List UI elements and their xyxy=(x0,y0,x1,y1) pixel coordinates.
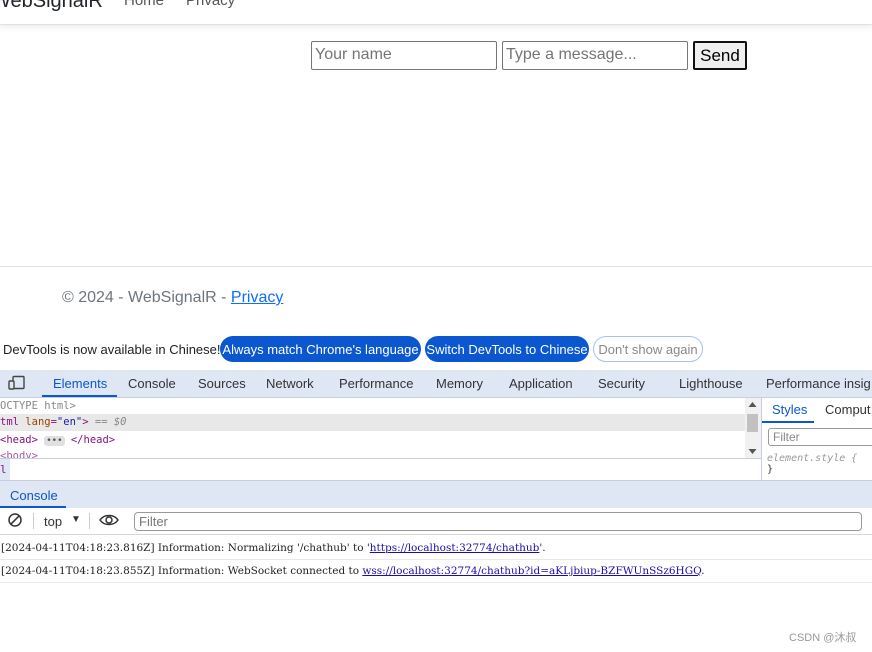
match-language-button[interactable]: Always match Chrome's language xyxy=(220,336,421,362)
doctype-line[interactable]: OCTYPE html> xyxy=(0,398,76,415)
scroll-up-icon[interactable] xyxy=(748,401,757,408)
nav-link-privacy[interactable]: Privacy xyxy=(186,0,235,9)
top-navbar: WebSignalR Home Privacy xyxy=(0,0,872,25)
watermark: CSDN @沐叔 xyxy=(789,632,857,644)
elements-breadcrumb: l xyxy=(0,458,761,481)
drawer-tabbar: Console xyxy=(0,480,872,508)
element-style-close: } xyxy=(767,464,774,475)
styles-filter-input[interactable]: Filter xyxy=(768,428,872,446)
tab-security[interactable]: Security xyxy=(598,376,645,391)
footer-copyright-text: © 2024 - WebSignalR - xyxy=(62,289,231,306)
drawer-tab-console[interactable]: Console xyxy=(10,488,58,503)
html-attr-name: lang xyxy=(25,416,51,428)
footer-privacy-link[interactable]: Privacy xyxy=(231,289,283,306)
active-tab-indicator xyxy=(42,395,117,397)
tab-performance[interactable]: Performance xyxy=(339,376,413,391)
infobar-message: DevTools is now available in Chinese! xyxy=(3,342,221,357)
devtools-tabbar: Elements Console Sources Network Perform… xyxy=(0,370,872,398)
toolbar-separator xyxy=(89,513,90,529)
selected-node-marker: == $0 xyxy=(94,416,127,428)
tab-application[interactable]: Application xyxy=(509,376,573,391)
html-tag: tml xyxy=(0,416,19,428)
console-log-entry: [2024-04-11T04:18:23.816Z] Information: … xyxy=(0,537,872,560)
html-node-line[interactable]: tml lang="en"> == $0 xyxy=(0,414,745,431)
log-link[interactable]: wss://localhost:32774/chathub?id=aKLjbiu… xyxy=(362,565,701,577)
console-log-entry: [2024-04-11T04:18:23.855Z] Information: … xyxy=(0,560,872,583)
tab-elements[interactable]: Elements xyxy=(53,376,107,391)
elements-tree: OCTYPE html> tml lang="en"> == $0 <head>… xyxy=(0,398,761,458)
name-input[interactable]: Your name xyxy=(311,41,497,70)
device-toolbar-icon[interactable] xyxy=(8,375,26,391)
styles-pane: Styles Comput Filter element.style { } xyxy=(761,398,872,480)
styles-tab-indicator xyxy=(762,421,814,423)
tab-styles[interactable]: Styles xyxy=(772,402,807,417)
switch-chinese-button[interactable]: Switch DevTools to Chinese xyxy=(425,336,589,362)
scroll-down-icon[interactable] xyxy=(748,448,757,455)
console-toolbar: top ▼ Filter xyxy=(0,508,872,535)
nav-link-home[interactable]: Home xyxy=(124,0,164,9)
tab-sources[interactable]: Sources xyxy=(198,376,246,391)
element-style-rule: element.style { } xyxy=(767,453,857,475)
log-link[interactable]: https://localhost:32774/chathub xyxy=(370,542,540,554)
tab-lighthouse[interactable]: Lighthouse xyxy=(679,376,743,391)
elements-scroll-thumb[interactable] xyxy=(747,414,758,432)
tab-network[interactable]: Network xyxy=(266,376,314,391)
tab-performance-insights[interactable]: Performance insig xyxy=(766,376,871,391)
footer-copyright: © 2024 - WebSignalR - Privacy xyxy=(62,289,283,307)
log-suffix: . xyxy=(701,565,705,577)
collapsed-ellipsis-icon[interactable]: ••• xyxy=(44,436,65,446)
context-selector[interactable]: top xyxy=(44,514,62,529)
tab-console[interactable]: Console xyxy=(128,376,176,391)
element-style-selector: element.style { xyxy=(767,453,858,464)
console-filter-input[interactable]: Filter xyxy=(134,512,862,531)
breadcrumb-html[interactable]: l xyxy=(0,459,10,481)
log-message: [2024-04-11T04:18:23.816Z] Information: … xyxy=(1,542,370,554)
head-close-tag: </head> xyxy=(70,434,116,446)
head-open-tag: <head> xyxy=(0,434,38,446)
body-node-line[interactable]: <body> xyxy=(0,448,38,458)
dont-show-again-button[interactable]: Don't show again xyxy=(593,336,703,362)
devtools-panel: DevTools is now available in Chinese! Al… xyxy=(0,329,872,652)
language-infobar: DevTools is now available in Chinese! Al… xyxy=(0,329,872,370)
html-attr-value: "en" xyxy=(56,416,83,428)
clear-console-icon[interactable] xyxy=(8,513,22,527)
tab-computed[interactable]: Comput xyxy=(825,402,871,417)
chevron-down-icon[interactable]: ▼ xyxy=(71,514,81,525)
head-node-line[interactable]: <head> ••• </head> xyxy=(0,432,115,449)
tab-memory[interactable]: Memory xyxy=(436,376,483,391)
page-footer: © 2024 - WebSignalR - Privacy xyxy=(0,266,872,330)
log-message: [2024-04-11T04:18:23.855Z] Information: … xyxy=(1,565,363,577)
html-tag-close: > xyxy=(82,416,89,428)
message-input[interactable]: Type a message... xyxy=(502,41,688,70)
toolbar-separator xyxy=(33,513,34,529)
navbar-brand[interactable]: WebSignalR xyxy=(0,0,103,13)
eye-icon[interactable] xyxy=(99,513,119,527)
send-button[interactable]: Send xyxy=(693,41,747,70)
log-suffix: '. xyxy=(539,542,546,554)
